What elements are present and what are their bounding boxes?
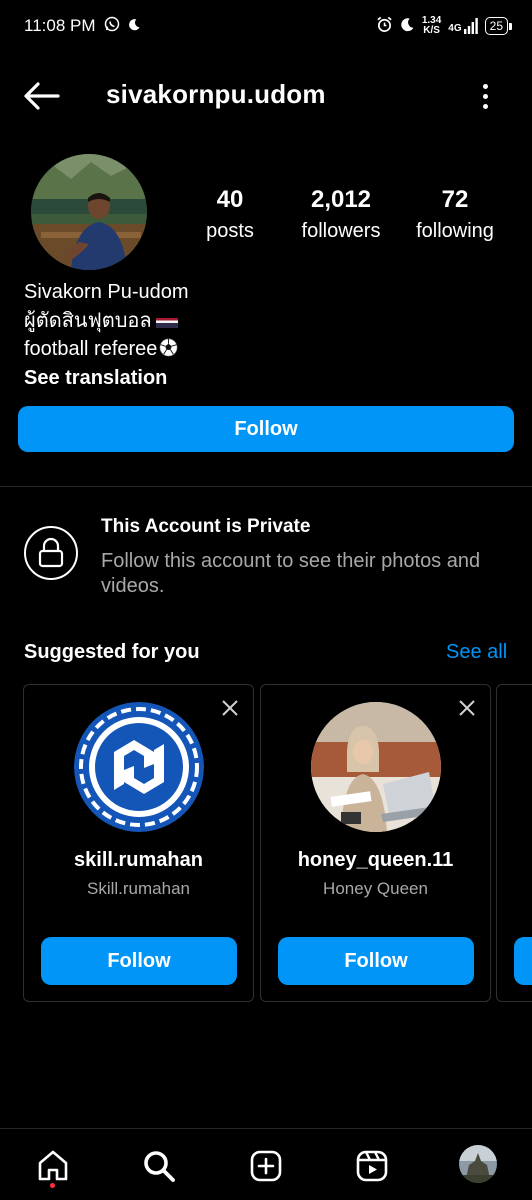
dismiss-suggestion-button[interactable]: [456, 697, 478, 719]
signal-icon: 4G: [448, 18, 478, 34]
nav-reels[interactable]: [353, 1147, 391, 1185]
status-bar: 11:08 PM 1.34 K/S 4G 25: [0, 0, 532, 52]
back-arrow-icon: [24, 82, 60, 110]
close-icon: [222, 700, 238, 716]
thailand-flag-icon: [155, 313, 178, 328]
suggestion-follow-button-partial[interactable]: [514, 937, 532, 985]
bio-line-2: football referee: [24, 335, 189, 364]
lock-icon: [24, 526, 78, 580]
nav-profile-avatar[interactable]: [459, 1145, 497, 1183]
follow-button[interactable]: Follow: [18, 406, 514, 452]
close-icon: [459, 700, 475, 716]
alarm-icon: [376, 16, 393, 36]
bottom-navigation: [0, 1128, 532, 1200]
suggested-title: Suggested for you: [24, 641, 200, 663]
bio-line-1: ผู้ตัดสินฟุตบอล: [24, 307, 189, 336]
suggestion-card[interactable]: honey_queen.11 Honey Queen Follow: [260, 684, 491, 1002]
whatsapp-icon: [104, 16, 120, 37]
display-name: Sivakorn Pu-udom: [24, 281, 189, 303]
see-all-link[interactable]: See all: [446, 641, 507, 664]
more-options-button[interactable]: [472, 80, 498, 112]
suggestion-card-partial[interactable]: [496, 684, 532, 1002]
following-count: 72: [441, 186, 469, 213]
profile-bio: Sivakorn Pu-udom ผู้ตัดสินฟุตบอล footbal…: [24, 278, 189, 392]
suggestion-card[interactable]: skill.rumahan Skill.rumahan Follow: [23, 684, 254, 1002]
profile-avatar[interactable]: [31, 154, 147, 270]
back-button[interactable]: [22, 80, 62, 112]
dismiss-suggestion-button[interactable]: [219, 697, 241, 719]
suggestion-name: Skill.rumahan: [87, 879, 190, 898]
suggestion-avatar[interactable]: [311, 702, 441, 832]
notification-dot: [50, 1183, 55, 1188]
soccer-ball-icon: [159, 337, 178, 357]
bio-line-2-text: football referee: [24, 338, 158, 360]
suggestion-name: Honey Queen: [323, 879, 428, 898]
profile-header: sivakornpu.udom: [0, 66, 532, 126]
search-icon: [144, 1151, 175, 1182]
battery-icon: 25: [484, 17, 512, 35]
status-time: 11:08 PM: [24, 16, 96, 35]
more-dot: [482, 93, 488, 99]
moon-icon-status: [400, 17, 415, 35]
see-translation-link[interactable]: See translation: [24, 364, 189, 393]
nav-create[interactable]: [247, 1147, 285, 1185]
following-label: following: [416, 220, 494, 242]
private-account-title: This Account is Private: [101, 516, 311, 537]
create-icon: [250, 1150, 282, 1182]
more-dot: [482, 103, 488, 109]
suggestion-username[interactable]: honey_queen.11: [261, 849, 490, 872]
network-speed: 1.34 K/S: [422, 16, 441, 36]
header-username: sivakornpu.udom: [106, 79, 326, 109]
suggestion-follow-button[interactable]: Follow: [41, 937, 237, 985]
private-account-description: Follow this account to see their photos …: [101, 550, 481, 597]
reels-icon: [356, 1150, 388, 1182]
bio-line-1-text: ผู้ตัดสินฟุตบอล: [24, 309, 152, 332]
net-speed-unit: K/S: [423, 25, 440, 36]
section-divider: [0, 486, 532, 487]
nav-search[interactable]: [140, 1147, 178, 1185]
network-type: 4G: [448, 23, 462, 34]
suggestion-username[interactable]: skill.rumahan: [24, 849, 253, 872]
battery-level: 25: [484, 17, 508, 35]
moon-icon: [128, 16, 141, 36]
home-icon: [38, 1150, 68, 1181]
more-dot: [482, 83, 488, 89]
suggestion-avatar[interactable]: [74, 702, 204, 832]
following-stat[interactable]: 72 following: [385, 184, 525, 246]
suggestion-follow-button[interactable]: Follow: [278, 937, 474, 985]
nav-home[interactable]: [34, 1147, 72, 1185]
